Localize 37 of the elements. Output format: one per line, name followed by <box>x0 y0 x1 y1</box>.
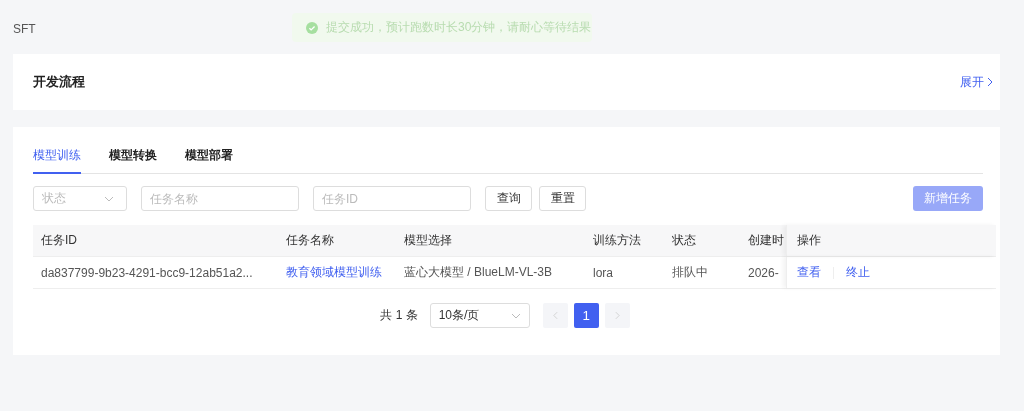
chevron-down-icon <box>104 195 114 202</box>
table-cell-text: da837799-9b23-4291-bcc9-12ab51a2... <box>40 265 254 280</box>
total-count: 共 1 条 <box>380 307 418 324</box>
column-header: 模型选择 <box>403 232 453 249</box>
tab[interactable]: 模型训练 <box>33 147 81 174</box>
table-cell-text: 排队中 <box>671 264 709 281</box>
column-header: 创建时 <box>747 232 785 249</box>
task-name-field[interactable]: 任务名称 <box>141 186 299 211</box>
expand-link[interactable]: 展开 <box>960 73 993 91</box>
table-cell-text: 蓝心大模型 / BlueLM-VL-3B <box>403 264 554 281</box>
query-button[interactable]: 查询 <box>485 186 532 211</box>
table-cell-text: 2026- <box>747 265 780 280</box>
tab[interactable]: 模型转换 <box>109 147 157 174</box>
chevron-down-icon <box>510 312 521 319</box>
page-button[interactable]: 1 <box>573 303 599 328</box>
task-name-link[interactable]: 教育领域模型训练 <box>278 264 396 281</box>
column-header: 状态 <box>671 232 697 249</box>
chevron-right-icon <box>614 311 620 320</box>
page-size-select[interactable]: 10条/页 <box>429 303 530 328</box>
column-header: 训练方法 <box>592 232 642 249</box>
task-id-field[interactable]: 任务ID <box>313 186 471 211</box>
action-link[interactable]: 终止 <box>846 264 870 281</box>
toast-message: 提交成功，预计跑数时长30分钟，请耐心等待结果 <box>326 19 592 36</box>
column-header: 任务名称 <box>285 232 335 249</box>
check-circle-icon <box>306 21 318 34</box>
tab[interactable]: 模型部署 <box>185 147 233 174</box>
column-header: 任务ID <box>40 232 78 249</box>
chevron-left-icon <box>552 311 558 320</box>
table-cell-text: lora <box>592 265 614 280</box>
column-header: 操作 <box>786 225 996 256</box>
breadcrumb: SFT <box>13 22 36 36</box>
chevron-right-icon <box>987 77 993 87</box>
card-title: 开发流程 <box>33 73 85 91</box>
reset-button[interactable]: 重置 <box>539 186 586 211</box>
previous-page-button[interactable] <box>542 303 568 328</box>
next-page-button[interactable] <box>604 303 630 328</box>
action-link[interactable]: 查看 <box>797 264 821 281</box>
